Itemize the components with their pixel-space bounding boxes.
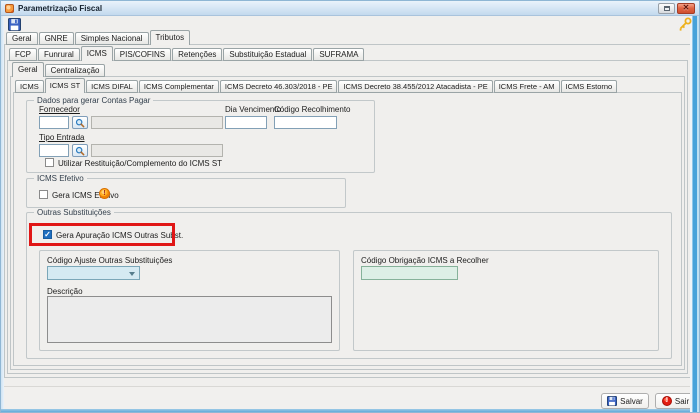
tab-l3-centralizacao[interactable]: Centralização xyxy=(45,64,106,77)
descricao-label: Descrição xyxy=(47,287,83,296)
utilizar-restituicao-label[interactable]: Utilizar Restituição/Complemento do ICMS… xyxy=(58,159,222,168)
descricao-textarea[interactable] xyxy=(47,296,332,343)
dia-vencimento-input[interactable] xyxy=(225,116,267,129)
minimize-button[interactable] xyxy=(658,3,675,14)
group-title: ICMS Efetivo xyxy=(34,174,87,183)
red-highlight-annotation xyxy=(29,223,175,246)
tab-l2-funrural[interactable]: Funrural xyxy=(38,48,80,61)
warning-icon: ! xyxy=(99,188,110,199)
codigo-recolhimento-input[interactable] xyxy=(274,116,337,129)
chevron-down-icon xyxy=(129,272,135,276)
app-icon xyxy=(5,4,14,13)
codigo-ajuste-select[interactable] xyxy=(47,266,140,280)
fornecedor-label[interactable]: Fornecedor xyxy=(39,105,80,114)
tab-l1-tributos[interactable]: Tributos xyxy=(150,30,191,45)
tipo-entrada-search-button[interactable] xyxy=(72,144,88,157)
save-icon xyxy=(607,396,617,406)
parametrizacao-fiscal-window: Parametrização Fiscal ✕ Geral GNRE Simpl… xyxy=(0,0,700,413)
salvar-label: Salvar xyxy=(620,397,643,406)
tipo-entrada-label[interactable]: Tipo Entrada xyxy=(39,133,85,142)
tab-l4-icms-estorno[interactable]: ICMS Estorno xyxy=(561,80,618,93)
tab-l2-pis-cofins[interactable]: PIS/COFINS xyxy=(114,48,171,61)
key-icon xyxy=(678,17,692,31)
exit-icon: ! xyxy=(662,396,672,406)
tipo-entrada-input[interactable] xyxy=(39,144,69,157)
search-icon xyxy=(75,146,85,156)
dia-vencimento-label: Dia Vencimento xyxy=(225,105,281,114)
tab-l4-icms-complementar[interactable]: ICMS Complementar xyxy=(139,80,219,93)
tabstrip-level3: Geral Centralização xyxy=(12,62,106,77)
tabstrip-level4: ICMS ICMS ST ICMS DIFAL ICMS Complementa… xyxy=(15,78,618,93)
tab-l1-gnre[interactable]: GNRE xyxy=(39,32,74,45)
tab-l2-retencoes[interactable]: Retenções xyxy=(172,48,222,61)
tab-l4-icms-frete-am[interactable]: ICMS Frete - AM xyxy=(494,80,560,93)
tipo-entrada-description-field xyxy=(91,144,223,157)
tab-l4-icms-decreto-46303[interactable]: ICMS Decreto 46.303/2018 - PE xyxy=(220,80,338,93)
fornecedor-input[interactable] xyxy=(39,116,69,129)
tabstrip-level1: Geral GNRE Simples Nacional Tributos xyxy=(6,30,191,45)
close-button[interactable]: ✕ xyxy=(677,3,695,14)
group-title: Dados para gerar Contas Pagar xyxy=(34,96,153,105)
sair-label: Sair xyxy=(675,397,689,406)
tab-l4-icms[interactable]: ICMS xyxy=(15,80,44,93)
group-title: Outras Substituições xyxy=(34,208,114,217)
codigo-ajuste-label: Código Ajuste Outras Substituições xyxy=(47,256,172,265)
tab-l2-suframa[interactable]: SUFRAMA xyxy=(313,48,364,61)
search-icon xyxy=(75,118,85,128)
utilizar-restituicao-checkbox[interactable] xyxy=(45,158,54,167)
tab-l4-icms-st[interactable]: ICMS ST xyxy=(45,78,85,93)
tab-l2-fcp[interactable]: FCP xyxy=(9,48,37,61)
salvar-button[interactable]: Salvar xyxy=(601,393,649,409)
tab-l2-substituicao-estadual[interactable]: Substituição Estadual xyxy=(223,48,312,61)
tab-l4-icms-decreto-38455[interactable]: ICMS Decreto 38.455/2012 Atacadista - PE xyxy=(338,80,492,93)
fornecedor-search-button[interactable] xyxy=(72,116,88,129)
fornecedor-description-field xyxy=(91,116,223,129)
gera-icms-efetivo-checkbox[interactable] xyxy=(39,190,48,199)
toolbar xyxy=(1,16,699,31)
titlebar[interactable]: Parametrização Fiscal ✕ xyxy=(1,1,699,16)
window-bottom-border xyxy=(1,409,699,412)
window-right-border xyxy=(690,16,699,413)
tabstrip-level2: FCP Funrural ICMS PIS/COFINS Retenções S… xyxy=(9,46,365,61)
tab-l2-icms[interactable]: ICMS xyxy=(81,46,113,61)
tab-l4-icms-difal[interactable]: ICMS DIFAL xyxy=(86,80,138,93)
codigo-obrigacao-input[interactable] xyxy=(361,266,458,280)
window-title: Parametrização Fiscal xyxy=(18,4,102,13)
tab-l3-geral[interactable]: Geral xyxy=(12,62,44,77)
close-icon: ✕ xyxy=(683,4,690,12)
window-left-border xyxy=(1,16,4,413)
tab-l1-simples-nacional[interactable]: Simples Nacional xyxy=(75,32,149,45)
minimize-icon xyxy=(664,6,670,11)
codigo-recolhimento-label: Código Recolhimento xyxy=(274,105,351,114)
codigo-obrigacao-label: Código Obrigação ICMS a Recolher xyxy=(361,256,489,265)
tab-l1-geral[interactable]: Geral xyxy=(6,32,38,45)
